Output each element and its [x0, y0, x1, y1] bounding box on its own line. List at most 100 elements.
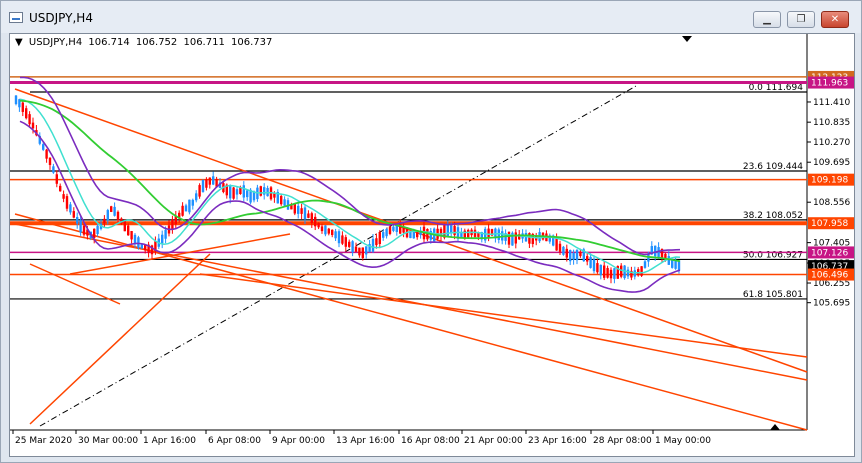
candle-body — [184, 205, 188, 212]
candle-body — [164, 229, 167, 239]
time-axis-label: 16 Apr 08:00 — [401, 436, 460, 446]
candle-body — [62, 194, 65, 199]
price-axis-label: 110.835 — [813, 118, 850, 128]
candle-body — [586, 256, 589, 262]
fibonacci-level-label: 23.6 109.444 — [743, 162, 803, 172]
candle-body — [558, 243, 562, 252]
price-axis-label: 108.556 — [813, 198, 850, 208]
close-button[interactable]: ✕ — [821, 11, 849, 28]
trend-channel-line[interactable] — [29, 263, 121, 305]
candle-body — [596, 263, 599, 273]
candle-body — [123, 220, 126, 232]
candle-body — [242, 185, 245, 198]
candle-body — [467, 229, 470, 238]
time-axis-label: 23 Apr 16:00 — [528, 436, 587, 446]
trend-channel-line[interactable] — [14, 213, 808, 431]
candle-body — [235, 189, 239, 195]
candle-body — [48, 157, 52, 165]
trend-channel-line[interactable] — [29, 253, 211, 425]
bollinger-lower-band — [19, 120, 681, 293]
fibonacci-trendline[interactable] — [39, 85, 637, 427]
price-tag-label: 107.126 — [811, 248, 848, 258]
candle-body — [640, 266, 643, 276]
candle-body — [626, 269, 630, 277]
candle-body — [351, 241, 354, 253]
candle-body — [116, 211, 120, 221]
fibonacci-level-label: 0.0 111.694 — [749, 83, 804, 93]
restore-button[interactable]: ❐ — [787, 11, 815, 28]
chart-area[interactable]: 111.410 110.835 110.270 109.695 108.556 107.4… — [9, 33, 855, 457]
candle-body — [82, 225, 86, 235]
price-tag-label: 107.958 — [811, 219, 848, 229]
candle-body — [14, 95, 18, 105]
candle-body — [361, 247, 364, 259]
candle-body — [453, 226, 456, 236]
candle-body — [55, 174, 58, 184]
trend-channel-line[interactable] — [14, 88, 808, 373]
fibonacci-level-label: 38.2 108.052 — [743, 211, 803, 221]
candle-body — [113, 206, 116, 216]
candle-body — [358, 247, 361, 256]
candle-body — [205, 179, 208, 188]
chart-window-icon — [9, 12, 23, 23]
high-price: 106.752 — [135, 37, 178, 48]
price-tag-label: 111.963 — [811, 79, 848, 89]
candle-body — [327, 228, 330, 234]
time-axis-label: 13 Apr 16:00 — [336, 436, 395, 446]
candle-body — [195, 193, 198, 201]
candle-body — [76, 217, 79, 224]
candle-body — [293, 203, 296, 214]
candle-body — [388, 226, 392, 234]
chart-end-marker-icon[interactable] — [770, 424, 780, 430]
symbol-dropdown-icon[interactable]: ▼ — [15, 37, 23, 48]
candle-body — [565, 248, 568, 258]
candle-body — [208, 177, 211, 185]
candle-body — [606, 268, 609, 278]
candle-body — [232, 187, 235, 199]
candle-body — [259, 186, 262, 196]
candle-body — [96, 225, 99, 234]
candle-body — [280, 195, 283, 205]
candle-body — [303, 207, 307, 220]
candle-body — [514, 232, 517, 244]
candle-body — [507, 231, 511, 245]
symbol-info: ▼ USDJPY,H4 106.714 106.752 106.711 106.… — [15, 37, 275, 48]
candle-body — [412, 232, 415, 239]
candle-body — [592, 259, 596, 272]
fibonacci-level-label: 61.8 105.801 — [743, 290, 803, 300]
candle-body — [331, 229, 334, 236]
time-axis-label: 1 May 00:00 — [655, 436, 711, 446]
bollinger-upper-band — [20, 76, 681, 256]
candle-body — [562, 246, 565, 255]
candle-body — [198, 185, 201, 197]
chart-shift-marker-icon[interactable] — [682, 36, 692, 42]
candle-body — [42, 144, 45, 150]
candle-body — [283, 199, 286, 206]
title-bar[interactable]: USDJPY,H4 ▁ ❐ ✕ — [1, 1, 861, 33]
candle-body — [603, 265, 606, 278]
candle-body — [317, 223, 320, 228]
candle-body — [310, 213, 313, 223]
candle-body — [52, 166, 55, 173]
candle-body — [246, 190, 249, 198]
candle-body — [171, 219, 174, 230]
candle-body — [181, 205, 184, 216]
time-axis-label: 30 Mar 00:00 — [78, 436, 138, 446]
candle-body — [130, 231, 133, 240]
trend-channel-line[interactable] — [199, 273, 808, 358]
candle-body — [575, 250, 579, 261]
trend-channel-line[interactable] — [69, 233, 291, 275]
time-axis-label: 25 Mar 2020 — [15, 436, 72, 446]
candle-body — [300, 208, 303, 214]
candle-body — [106, 210, 109, 221]
candle-body — [497, 229, 500, 240]
candle-body — [446, 224, 449, 236]
candle-body — [589, 256, 592, 268]
price-axis-label: 111.410 — [813, 98, 850, 108]
price-chart[interactable]: 111.410110.835110.270109.695108.556107.4… — [10, 34, 856, 458]
minimize-button[interactable]: ▁ — [753, 11, 781, 28]
candle-body — [555, 237, 558, 251]
candle-body — [31, 122, 35, 129]
candle-body — [110, 206, 113, 212]
candle-body — [609, 269, 613, 279]
